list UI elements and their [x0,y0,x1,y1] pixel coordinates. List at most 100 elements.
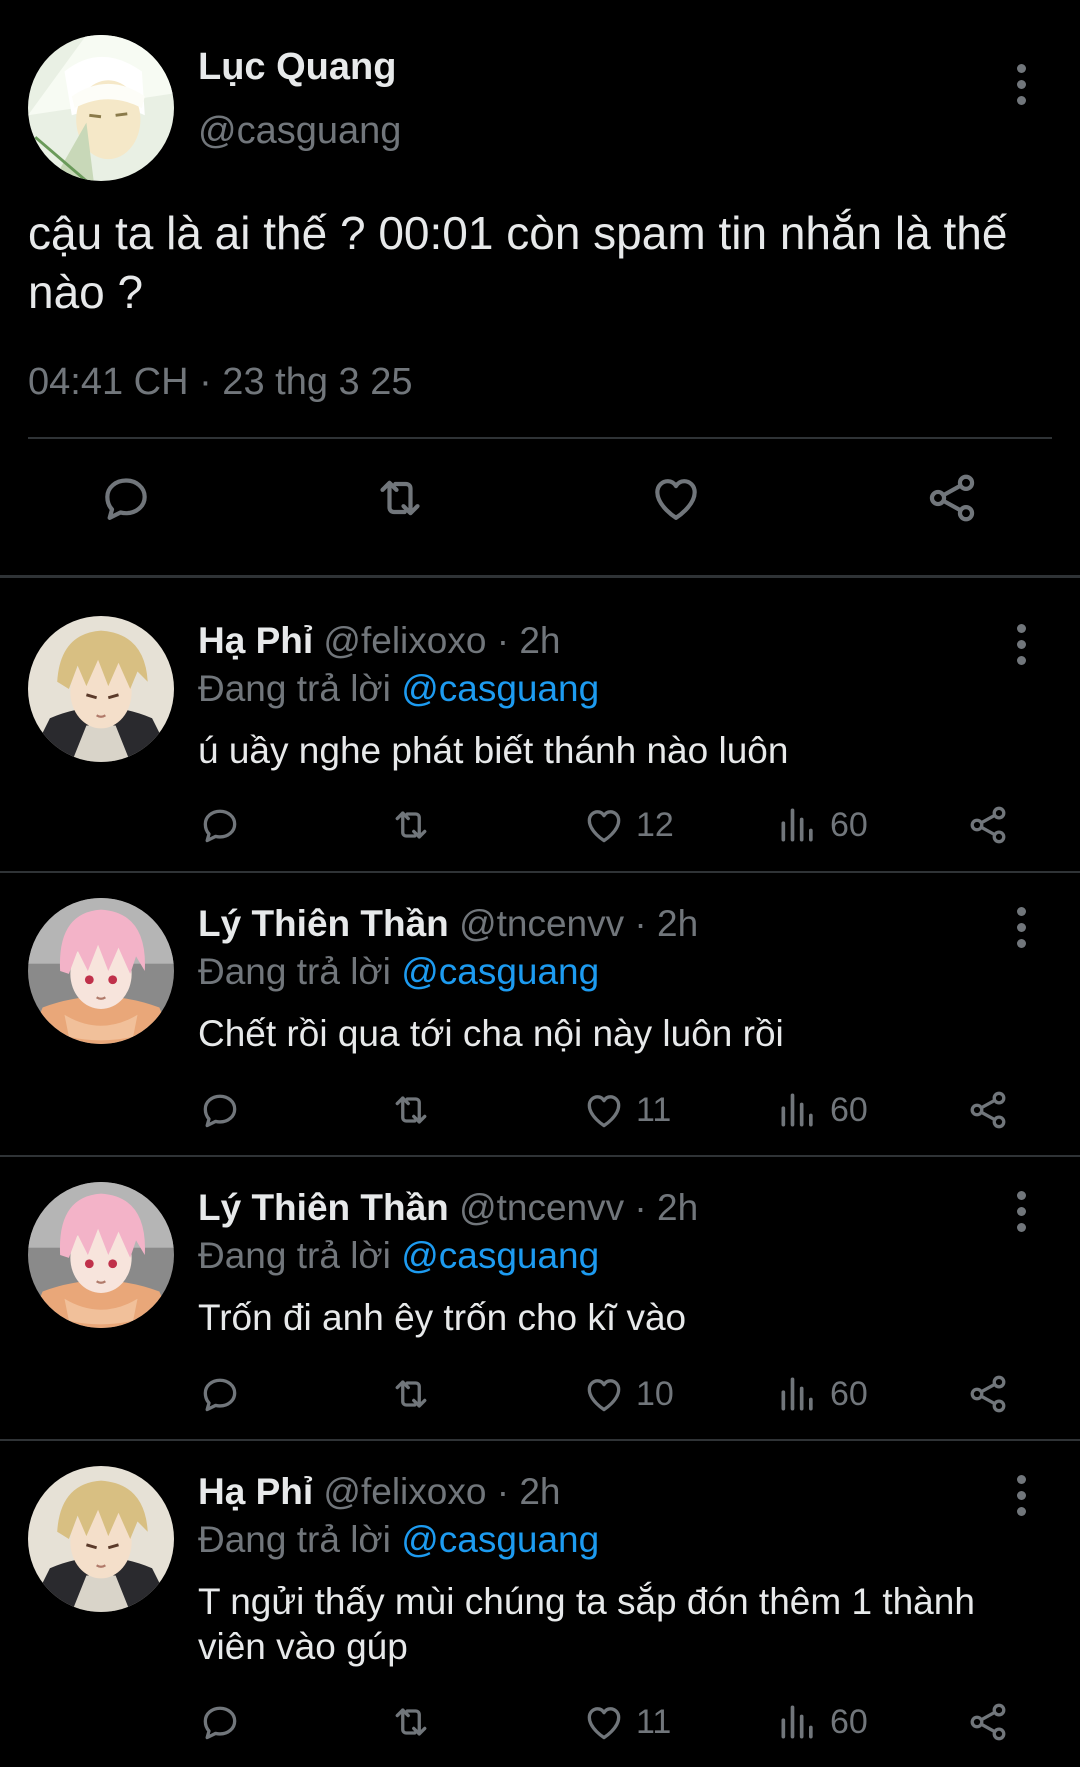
divider [28,437,1052,439]
reply-actions: 11 60 [0,1088,1080,1138]
mention-link[interactable]: @casguang [401,1519,599,1560]
reply-author-handle[interactable]: @tncenvv [459,903,624,944]
tweet-text: cậu ta là ai thế ? 00:01 còn spam tin nh… [28,207,1008,318]
views-icon [776,1088,820,1132]
more-options-icon[interactable] [1015,1475,1027,1516]
share-icon[interactable] [924,470,984,530]
views-button[interactable]: 60 [776,1372,868,1416]
reply-author-name[interactable]: Hạ Phỉ [198,620,313,661]
more-options-icon[interactable] [1015,907,1027,948]
tweet-actions [0,470,1080,540]
avatar[interactable] [28,1182,174,1328]
views-button[interactable]: 60 [776,803,868,847]
like-count: 12 [636,805,674,844]
like-icon [582,803,626,847]
share-icon[interactable] [966,1372,1010,1416]
views-icon [776,803,820,847]
reply-item[interactable]: Hạ Phỉ @felixoxo · 2h Đang trả lời @casg… [0,578,1080,873]
reply-actions: 12 60 [0,803,1080,853]
like-count: 11 [636,1090,672,1129]
like-icon[interactable] [648,470,708,530]
like-button[interactable]: 10 [582,1372,674,1416]
reply-actions: 10 60 [0,1372,1080,1422]
like-button[interactable]: 11 [582,1088,671,1132]
views-icon [776,1700,820,1744]
avatar[interactable] [28,35,174,181]
view-count: 60 [830,1090,868,1129]
share-icon[interactable] [966,1088,1010,1132]
reply-author-handle[interactable]: @felixoxo [323,620,486,661]
retweet-icon[interactable] [389,803,433,847]
share-icon[interactable] [966,1700,1010,1744]
like-icon [582,1372,626,1416]
view-count: 60 [830,1374,868,1413]
reply-author-name[interactable]: Lý Thiên Thần [198,1187,449,1228]
reply-icon[interactable] [198,1700,242,1744]
retweet-icon[interactable] [389,1372,433,1416]
reply-icon[interactable] [198,1372,242,1416]
avatar[interactable] [28,616,174,762]
replying-to: Đang trả lời @casguang [198,1519,599,1561]
like-button[interactable]: 12 [582,803,674,847]
view-count: 60 [830,1702,868,1741]
retweet-icon[interactable] [389,1088,433,1132]
reply-time: 2h [657,903,699,944]
reply-header: Lý Thiên Thần @tncenvv · 2h [198,1187,698,1229]
replying-to: Đang trả lời @casguang [198,1235,599,1277]
reply-time: 2h [519,1471,561,1512]
views-button[interactable]: 60 [776,1700,868,1744]
like-icon [582,1088,626,1132]
views-icon [776,1372,820,1416]
more-options-icon[interactable] [1015,64,1027,105]
retweet-icon[interactable] [372,470,432,530]
replying-to: Đang trả lời @casguang [198,668,599,710]
reply-time: 2h [519,620,561,661]
reply-icon[interactable] [198,1088,242,1132]
reply-text: Trốn đi anh êy trốn cho kĩ vào [198,1297,687,1338]
replying-to: Đang trả lời @casguang [198,951,599,993]
separator: · [634,1187,647,1228]
view-count: 60 [830,805,868,844]
reply-icon[interactable] [198,803,242,847]
like-count: 11 [636,1702,672,1741]
mention-link[interactable]: @casguang [401,951,599,992]
reply-icon[interactable] [98,470,158,530]
share-icon[interactable] [966,803,1010,847]
replying-prefix: Đang trả lời [198,1519,391,1560]
author-handle[interactable]: @casguang [198,110,401,153]
reply-author-name[interactable]: Lý Thiên Thần [198,903,449,944]
reply-text: T ngửi thấy mùi chúng ta sắp đón thêm 1 … [198,1581,975,1667]
like-icon [582,1700,626,1744]
separator: · [496,1471,510,1512]
more-options-icon[interactable] [1015,624,1027,665]
replying-prefix: Đang trả lời [198,951,391,992]
reply-header: Lý Thiên Thần @tncenvv · 2h [198,903,698,945]
author-name[interactable]: Lục Quang [198,46,396,89]
replying-prefix: Đang trả lời [198,668,391,709]
separator: · [634,903,647,944]
reply-item[interactable]: Hạ Phỉ @felixoxo · 2h Đang trả lời @casg… [0,1441,1080,1767]
like-button[interactable]: 11 [582,1700,671,1744]
tweet-timestamp[interactable]: 04:41 CH · 23 thg 3 25 [28,361,412,404]
reply-author-name[interactable]: Hạ Phỉ [198,1471,313,1512]
main-tweet: Lục Quang @casguang cậu ta là ai thế ? 0… [0,0,1080,575]
mention-link[interactable]: @casguang [401,1235,599,1276]
reply-text: ú uầy nghe phát biết thánh nào luôn [198,730,789,771]
reply-author-handle[interactable]: @felixoxo [323,1471,486,1512]
avatar[interactable] [28,1466,174,1612]
views-button[interactable]: 60 [776,1088,868,1132]
reply-actions: 11 60 [0,1700,1080,1750]
separator: · [496,620,510,661]
reply-text: Chết rồi qua tới cha nội này luôn rồi [198,1013,784,1054]
like-count: 10 [636,1374,674,1413]
retweet-icon[interactable] [389,1700,433,1744]
reply-item[interactable]: Lý Thiên Thần @tncenvv · 2h Đang trả lời… [0,873,1080,1157]
replying-prefix: Đang trả lời [198,1235,391,1276]
avatar[interactable] [28,898,174,1044]
mention-link[interactable]: @casguang [401,668,599,709]
more-options-icon[interactable] [1015,1191,1027,1232]
reply-item[interactable]: Lý Thiên Thần @tncenvv · 2h Đang trả lời… [0,1157,1080,1441]
reply-time: 2h [657,1187,699,1228]
reply-author-handle[interactable]: @tncenvv [459,1187,624,1228]
reply-header: Hạ Phỉ @felixoxo · 2h [198,1471,560,1513]
